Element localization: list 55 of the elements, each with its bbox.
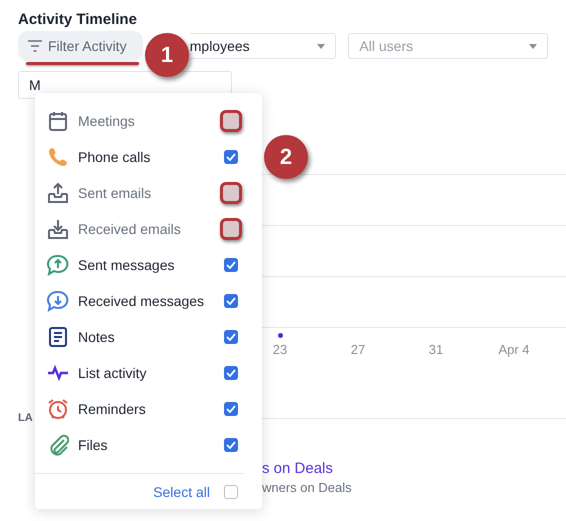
section-label: LA: [18, 412, 34, 424]
option-label: List activity: [78, 365, 148, 381]
callout-badge: 1: [145, 33, 189, 77]
filter-icon: [28, 40, 42, 52]
option-label: Reminders: [78, 401, 147, 417]
filter-option[interactable]: Received emails: [35, 211, 262, 247]
filter-option[interactable]: List activity: [35, 355, 262, 391]
option-label: Sent emails: [78, 185, 152, 201]
inbox-icon: [47, 218, 69, 240]
chat-bubble-icon: [47, 290, 69, 312]
checkbox[interactable]: [224, 366, 238, 380]
caret-icon: [529, 44, 537, 48]
checkbox[interactable]: [224, 150, 238, 164]
calendar-icon: [47, 110, 69, 132]
checkbox[interactable]: [220, 110, 242, 132]
axis-label: 27: [350, 342, 366, 357]
checkbox[interactable]: [224, 484, 238, 498]
option-label: Files: [78, 437, 109, 453]
outbox-icon: [47, 182, 69, 204]
deal-link[interactable]: s on Deals: [262, 460, 333, 477]
filter-option[interactable]: Reminders: [35, 391, 262, 427]
option-label: Received emails: [78, 221, 182, 237]
filter-option[interactable]: Sent emails: [35, 175, 262, 211]
caret-icon: [317, 44, 326, 48]
checkbox[interactable]: [224, 402, 238, 416]
option-label: Meetings: [78, 113, 136, 129]
filter-option[interactable]: Meetings: [35, 103, 262, 139]
option-label: Notes: [78, 329, 116, 345]
axis-label: Apr 4: [498, 342, 530, 357]
dropdown[interactable]: mployees: [190, 33, 336, 59]
option-label: Received messages: [78, 293, 206, 309]
select-all-link[interactable]: Select all: [153, 484, 210, 500]
data-point: [278, 333, 282, 338]
link-subtitle: wners on Deals: [262, 480, 353, 495]
chat-bubble-icon: [47, 254, 69, 276]
option-label: Phone calls: [78, 149, 152, 165]
axis-label: 31: [428, 342, 444, 357]
filter-option[interactable]: Received messages: [35, 283, 262, 319]
filter-option[interactable]: Files: [35, 427, 262, 463]
checkbox[interactable]: [224, 438, 238, 452]
callout-badge: 2: [264, 135, 308, 179]
filter-option[interactable]: Sent messages: [35, 247, 262, 283]
page-title: Activity Timeline: [17, 10, 138, 30]
phone-icon: [47, 146, 69, 168]
checkbox[interactable]: [224, 330, 238, 344]
filter-option[interactable]: Phone calls: [35, 139, 262, 175]
option-label: Sent messages: [78, 257, 176, 273]
filter-option[interactable]: Notes: [35, 319, 262, 355]
checkbox[interactable]: [224, 294, 238, 308]
alarm-clock-icon: [47, 398, 69, 420]
checkbox[interactable]: [224, 258, 238, 272]
checkbox[interactable]: [220, 218, 242, 240]
axis-label: 23: [272, 342, 288, 357]
note-icon: [47, 326, 69, 348]
checkbox[interactable]: [220, 182, 242, 204]
